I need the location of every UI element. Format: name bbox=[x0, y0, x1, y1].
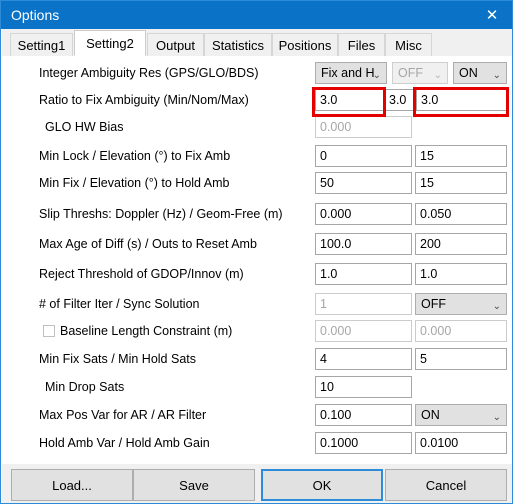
tab-misc[interactable]: Misc bbox=[385, 33, 432, 56]
dialog-footer: Load... Save OK Cancel bbox=[2, 463, 512, 503]
input-elevation-hold[interactable]: 15 bbox=[415, 172, 507, 194]
row-slip-threshs: Slip Threshs: Doppler (Hz) / Geom-Free (… bbox=[2, 202, 512, 228]
chevron-down-icon: ⌄ bbox=[492, 70, 501, 81]
tab-files[interactable]: Files bbox=[338, 33, 385, 56]
select-ar-filter-value: ON bbox=[421, 408, 440, 422]
input-ratio-nom[interactable]: 3.0 bbox=[385, 89, 416, 111]
label-glo-hw-bias: GLO HW Bias bbox=[45, 120, 124, 134]
input-ratio-min[interactable]: 3.0 bbox=[315, 89, 385, 111]
label-min-drop-sats: Min Drop Sats bbox=[45, 380, 125, 394]
tab-setting1[interactable]: Setting1 bbox=[10, 33, 73, 56]
row-filter-iter-sync: # of Filter Iter / Sync Solution 1 OFF ⌄ bbox=[2, 292, 512, 318]
row-glo-hw-bias: GLO HW Bias 0.000 bbox=[2, 115, 512, 141]
select-ambiguity-res-gps-value: Fix and H bbox=[321, 66, 375, 80]
input-outs-to-reset-amb[interactable]: 200 bbox=[415, 233, 507, 255]
select-ambiguity-res-bds-value: ON bbox=[459, 66, 478, 80]
checkbox-baseline-length-constraint[interactable] bbox=[43, 325, 55, 337]
input-baseline-length[interactable]: 0.000 bbox=[315, 320, 412, 342]
row-min-drop-sats: Min Drop Sats 10 bbox=[2, 375, 512, 401]
label-integer-ambiguity-res: Integer Ambiguity Res (GPS/GLO/BDS) bbox=[39, 66, 259, 80]
label-slip-threshs: Slip Threshs: Doppler (Hz) / Geom-Free (… bbox=[39, 207, 283, 221]
label-min-fix-hold-sats: Min Fix Sats / Min Hold Sats bbox=[39, 352, 196, 366]
input-max-age-diff[interactable]: 100.0 bbox=[315, 233, 412, 255]
row-max-pos-var-ar: Max Pos Var for AR / AR Filter 0.100 ON … bbox=[2, 403, 512, 429]
row-hold-amb: Hold Amb Var / Hold Amb Gain 0.1000 0.01… bbox=[2, 431, 512, 457]
title-bar: Options ✕ bbox=[1, 1, 512, 29]
chevron-down-icon: ⌄ bbox=[492, 412, 501, 423]
options-dialog: Options ✕ Setting1 Setting2 Output Stati… bbox=[0, 0, 513, 504]
input-slip-doppler[interactable]: 0.000 bbox=[315, 203, 412, 225]
input-min-hold-sats[interactable]: 5 bbox=[415, 348, 507, 370]
select-ambiguity-res-gps[interactable]: Fix and H ⌄ bbox=[315, 62, 387, 84]
ok-button[interactable]: OK bbox=[261, 469, 383, 501]
input-reject-innov[interactable]: 1.0 bbox=[415, 263, 507, 285]
select-ambiguity-res-glo[interactable]: OFF ⌄ bbox=[392, 62, 448, 84]
row-min-fix-elevation-hold: Min Fix / Elevation (°) to Hold Amb 50 1… bbox=[2, 171, 512, 197]
label-hold-amb: Hold Amb Var / Hold Amb Gain bbox=[39, 436, 210, 450]
input-reject-gdop[interactable]: 1.0 bbox=[315, 263, 412, 285]
select-ar-filter[interactable]: ON ⌄ bbox=[415, 404, 507, 426]
tab-positions[interactable]: Positions bbox=[272, 33, 338, 56]
save-button[interactable]: Save bbox=[133, 469, 255, 501]
input-min-drop-sats[interactable]: 10 bbox=[315, 376, 412, 398]
label-reject-threshold: Reject Threshold of GDOP/Innov (m) bbox=[39, 267, 244, 281]
tab-setting2[interactable]: Setting2 bbox=[74, 30, 146, 56]
tab-output[interactable]: Output bbox=[147, 33, 204, 56]
window-title: Options bbox=[11, 7, 60, 23]
tab-bar: Setting1 Setting2 Output Statistics Posi… bbox=[2, 29, 512, 57]
label-min-lock-elevation-fix: Min Lock / Elevation (°) to Fix Amb bbox=[39, 149, 231, 163]
input-min-lock[interactable]: 0 bbox=[315, 145, 412, 167]
select-ambiguity-res-glo-value: OFF bbox=[398, 66, 423, 80]
input-filter-iter[interactable]: 1 bbox=[315, 293, 412, 315]
label-max-age-of-diff: Max Age of Diff (s) / Outs to Reset Amb bbox=[39, 237, 257, 251]
chevron-down-icon: ⌄ bbox=[492, 301, 501, 312]
select-sync-solution-value: OFF bbox=[421, 297, 446, 311]
input-hold-amb-gain[interactable]: 0.0100 bbox=[415, 432, 507, 454]
input-max-pos-var[interactable]: 0.100 bbox=[315, 404, 412, 426]
row-max-age-of-diff: Max Age of Diff (s) / Outs to Reset Amb … bbox=[2, 232, 512, 258]
row-min-lock-elevation-fix: Min Lock / Elevation (°) to Fix Amb 0 15 bbox=[2, 144, 512, 170]
input-slip-geom-free[interactable]: 0.050 bbox=[415, 203, 507, 225]
row-min-fix-hold-sats: Min Fix Sats / Min Hold Sats 4 5 bbox=[2, 347, 512, 373]
row-baseline-length-constraint: Baseline Length Constraint (m) 0.000 0.0… bbox=[2, 319, 512, 345]
tab-statistics[interactable]: Statistics bbox=[204, 33, 272, 56]
input-glo-hw-bias[interactable]: 0.000 bbox=[315, 116, 412, 138]
row-ratio-to-fix-ambiguity: Ratio to Fix Ambiguity (Min/Nom/Max) 3.0… bbox=[2, 88, 512, 114]
label-min-fix-elevation-hold: Min Fix / Elevation (°) to Hold Amb bbox=[39, 176, 230, 190]
close-icon[interactable]: ✕ bbox=[470, 1, 512, 29]
label-max-pos-var-ar: Max Pos Var for AR / AR Filter bbox=[39, 408, 207, 422]
input-min-fix-sats[interactable]: 4 bbox=[315, 348, 412, 370]
select-sync-solution[interactable]: OFF ⌄ bbox=[415, 293, 507, 315]
load-button[interactable]: Load... bbox=[11, 469, 133, 501]
label-filter-iter-sync: # of Filter Iter / Sync Solution bbox=[39, 297, 200, 311]
row-reject-threshold: Reject Threshold of GDOP/Innov (m) 1.0 1… bbox=[2, 262, 512, 288]
select-ambiguity-res-bds[interactable]: ON ⌄ bbox=[453, 62, 507, 84]
row-integer-ambiguity-res: Integer Ambiguity Res (GPS/GLO/BDS) Fix … bbox=[2, 61, 512, 87]
label-ratio-to-fix-ambiguity: Ratio to Fix Ambiguity (Min/Nom/Max) bbox=[39, 93, 249, 107]
cancel-button[interactable]: Cancel bbox=[385, 469, 507, 501]
chevron-down-icon: ⌄ bbox=[372, 70, 381, 81]
input-elevation-fix[interactable]: 15 bbox=[415, 145, 507, 167]
input-baseline-sigma[interactable]: 0.000 bbox=[415, 320, 507, 342]
chevron-down-icon: ⌄ bbox=[433, 70, 442, 81]
settings-panel: Integer Ambiguity Res (GPS/GLO/BDS) Fix … bbox=[2, 56, 512, 457]
input-min-fix[interactable]: 50 bbox=[315, 172, 412, 194]
label-baseline-length-constraint: Baseline Length Constraint (m) bbox=[60, 324, 233, 338]
input-ratio-max[interactable]: 3.0 bbox=[416, 89, 507, 111]
input-hold-amb-var[interactable]: 0.1000 bbox=[315, 432, 412, 454]
